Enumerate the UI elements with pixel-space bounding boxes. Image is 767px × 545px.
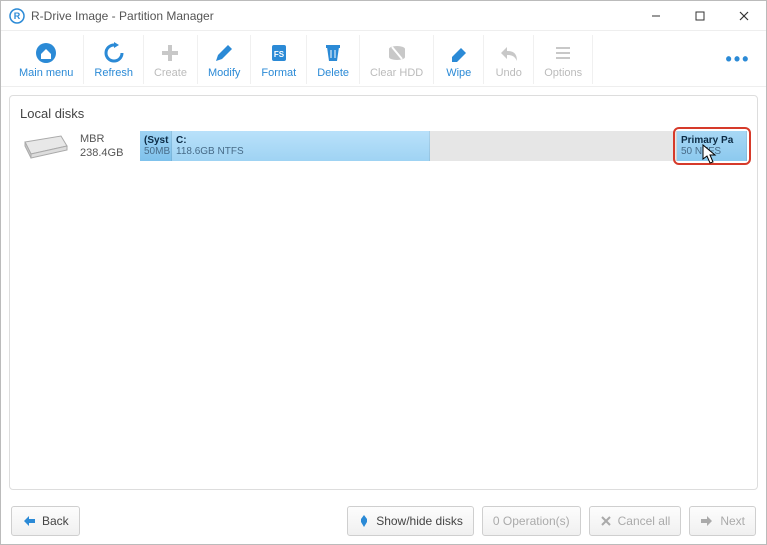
refresh-icon [102,40,126,66]
operations-button: 0 Operation(s) [482,506,581,536]
trash-icon [321,40,345,66]
cancel-all-label: Cancel all [618,514,671,528]
modify-label: Modify [208,67,240,79]
partition-system[interactable]: (Syst 50MB NT [140,131,172,161]
format-icon: FS [267,40,291,66]
more-button[interactable]: ••• [718,35,758,84]
arrow-right-icon [700,515,714,527]
options-label: Options [544,67,582,79]
format-button[interactable]: FS Format [251,35,307,84]
modify-button[interactable]: Modify [198,35,251,84]
minimize-button[interactable] [634,1,678,31]
disks-panel: Local disks MBR 238.4GB (Syst 5 [9,95,758,490]
options-button[interactable]: Options [534,35,593,84]
partition-c-name: C: [176,135,425,146]
plus-icon [158,40,182,66]
partition-primary-size: 50 NTFS [681,146,742,157]
back-label: Back [42,514,69,528]
undo-icon [497,40,521,66]
disk-row: MBR 238.4GB (Syst 50MB NT C: 118.6GB NTF… [20,131,747,161]
clear-hdd-icon [385,40,409,66]
toolbar: Main menu Refresh Create Modify FS Forma… [1,31,766,87]
x-icon [600,515,612,527]
show-hide-label: Show/hide disks [376,514,463,528]
clear-hdd-label: Clear HDD [370,67,423,79]
options-icon [551,40,575,66]
titlebar: R R-Drive Image - Partition Manager [1,1,766,31]
hdd-icon [20,131,72,161]
eraser-icon [447,40,471,66]
body: Local disks MBR 238.4GB (Syst 5 [1,87,766,498]
partition-track: (Syst 50MB NT C: 118.6GB NTFS Primary Pa… [140,131,747,161]
svg-text:R: R [14,11,21,21]
disk-size: 238.4GB [80,146,140,160]
next-label: Next [720,514,745,528]
delete-button[interactable]: Delete [307,35,360,84]
main-menu-label: Main menu [19,67,73,79]
partition-primary[interactable]: Primary Pa 50 NTFS [677,131,747,161]
main-menu-button[interactable]: Main menu [9,35,84,84]
delete-label: Delete [317,67,349,79]
arrow-left-icon [22,515,36,527]
operations-label: 0 Operation(s) [493,514,570,528]
show-hide-disks-button[interactable]: Show/hide disks [347,506,474,536]
maximize-button[interactable] [678,1,722,31]
format-label: Format [261,67,296,79]
refresh-button[interactable]: Refresh [84,35,144,84]
wipe-button[interactable]: Wipe [434,35,484,84]
disk-meta: MBR 238.4GB [80,132,140,161]
partition-c-size: 118.6GB NTFS [176,146,425,157]
home-icon [34,40,58,66]
window-controls [634,1,766,31]
wipe-label: Wipe [446,67,471,79]
undo-button: Undo [484,35,534,84]
create-button: Create [144,35,198,84]
back-button[interactable]: Back [11,506,80,536]
create-label: Create [154,67,187,79]
partition-primary-name: Primary Pa [681,135,742,146]
refresh-label: Refresh [94,67,133,79]
cancel-all-button: Cancel all [589,506,682,536]
svg-text:FS: FS [274,50,285,59]
window-title: R-Drive Image - Partition Manager [31,9,634,23]
close-button[interactable] [722,1,766,31]
local-disks-heading: Local disks [20,106,747,121]
partition-free-space[interactable] [430,131,677,161]
partition-c[interactable]: C: 118.6GB NTFS [172,131,430,161]
disk-scheme: MBR [80,132,140,146]
app-logo-icon: R [9,8,25,24]
footer: Back Show/hide disks 0 Operation(s) Canc… [1,498,766,544]
clear-hdd-button: Clear HDD [360,35,434,84]
partition-system-size: 50MB NT [144,146,167,157]
app-window: R R-Drive Image - Partition Manager Main… [0,0,767,545]
pin-icon [358,514,370,528]
pencil-icon [212,40,236,66]
next-button: Next [689,506,756,536]
partition-system-name: (Syst [144,135,167,146]
undo-label: Undo [496,67,522,79]
